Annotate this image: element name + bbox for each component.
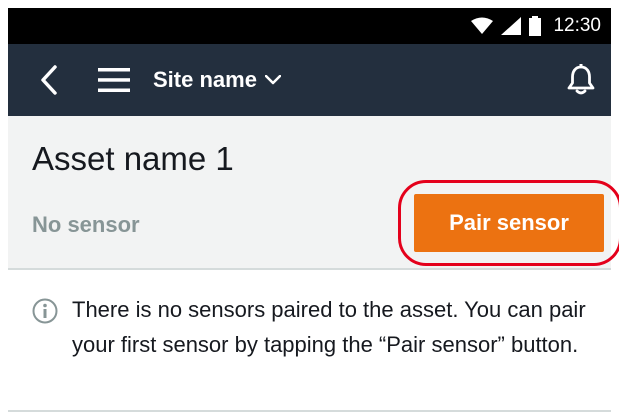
info-icon [32, 298, 58, 324]
info-message: There is no sensors paired to the asset.… [8, 270, 611, 410]
battery-icon [529, 16, 542, 36]
wifi-icon [471, 17, 494, 34]
pair-sensor-button[interactable]: Pair sensor [414, 194, 604, 252]
asset-title: Asset name 1 [32, 140, 234, 177]
chevron-down-icon [264, 75, 281, 85]
chevron-left-icon [41, 65, 57, 95]
site-selector-label: Site name [153, 67, 257, 92]
notifications-button[interactable] [563, 44, 599, 116]
sensor-status-text: No sensor [32, 212, 140, 237]
back-button[interactable] [34, 44, 64, 116]
asset-card: Asset name 1 No sensor Pair sensor [8, 116, 619, 270]
site-selector[interactable]: Site name [153, 44, 281, 116]
status-time: 12:30 [553, 15, 601, 36]
menu-button[interactable] [96, 44, 132, 116]
info-message-text: There is no sensors paired to the asset.… [72, 297, 586, 357]
bell-icon [567, 64, 595, 95]
status-bar: 12:30 [8, 8, 611, 44]
app-header: Site name [8, 44, 611, 116]
signal-icon [501, 17, 522, 35]
hamburger-menu-icon [98, 68, 130, 92]
divider [8, 410, 611, 412]
status-icons: 12:30 [471, 8, 601, 44]
